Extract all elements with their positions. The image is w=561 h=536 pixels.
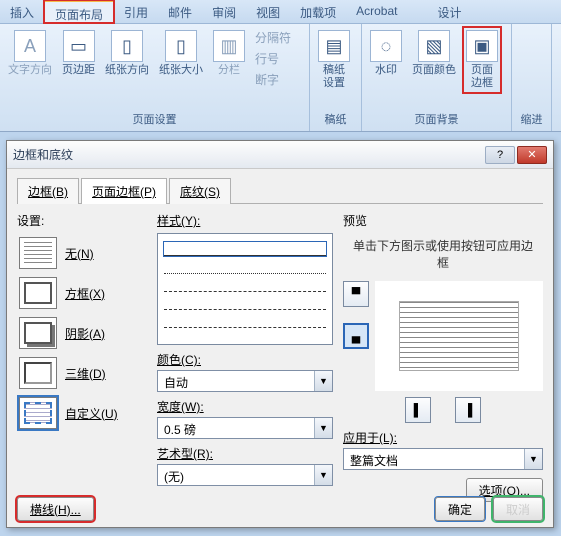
tab-border[interactable]: 边框(B) [17, 178, 79, 204]
preview-hint: 单击下方图示或使用按钮可应用边框 [343, 233, 543, 281]
tab-page-layout[interactable]: 页面布局 [44, 0, 114, 23]
border-shading-dialog: 边框和底纹 ? ✕ 边框(B) 页面边框(P) 底纹(S) 设置: 无(N) 方… [6, 140, 554, 528]
tab-mail[interactable]: 邮件 [158, 0, 202, 23]
style-list[interactable] [157, 233, 333, 345]
ok-button[interactable]: 确定 [435, 497, 485, 521]
style-label: 样式(Y): [157, 212, 333, 229]
chevron-down-icon: ▼ [314, 418, 332, 438]
dialog-title: 边框和底纹 [13, 146, 483, 163]
chevron-down-icon: ▼ [314, 465, 332, 485]
setting-shadow[interactable]: 阴影(A) [17, 313, 147, 353]
group-page-setup-label: 页面设置 [6, 109, 303, 129]
border-top-button[interactable]: ▀ [343, 281, 369, 307]
border-left-button[interactable]: ▌ [405, 397, 431, 423]
tab-design[interactable]: 设计 [427, 0, 471, 23]
hline-button[interactable]: 横线(H)... [17, 497, 94, 521]
columns-button[interactable]: ▥分栏 [211, 28, 247, 79]
page-setup-mini: 分隔符 行号 断字 [253, 28, 293, 89]
setting-custom[interactable]: 自定义(U) [17, 393, 147, 433]
border-bottom-button[interactable]: ▄ [343, 323, 369, 349]
orientation-button[interactable]: ▯纸张方向 [103, 28, 151, 79]
watermark-button[interactable]: ◌水印 [368, 28, 404, 79]
preview-label: 预览 [343, 212, 543, 229]
art-label: 艺术型(R): [157, 445, 333, 462]
tab-addins[interactable]: 加载项 [290, 0, 346, 23]
width-combo[interactable]: 0.5 磅▼ [157, 417, 333, 439]
group-paper-label: 稿纸 [316, 109, 355, 129]
setting-box[interactable]: 方框(X) [17, 273, 147, 313]
line-numbers-button[interactable]: 行号 [253, 49, 293, 68]
page-border-button[interactable]: ▣页面 边框 [464, 28, 500, 92]
apply-combo[interactable]: 整篇文档▼ [343, 448, 543, 470]
tab-page-border[interactable]: 页面边框(P) [81, 178, 167, 204]
dialog-footer: 横线(H)... 确定 取消 [17, 497, 543, 521]
tab-shading[interactable]: 底纹(S) [169, 178, 231, 204]
margins-button[interactable]: ▭页边距 [60, 28, 97, 79]
chevron-down-icon: ▼ [524, 449, 542, 469]
art-combo[interactable]: (无)▼ [157, 464, 333, 486]
dialog-tabs: 边框(B) 页面边框(P) 底纹(S) [17, 177, 543, 204]
setting-3d[interactable]: 三维(D) [17, 353, 147, 393]
group-background: ◌水印 ▧页面颜色 ▣页面 边框 页面背景 [362, 24, 512, 131]
group-paper: ▤稿纸 设置 稿纸 [310, 24, 362, 131]
tab-references[interactable]: 引用 [114, 0, 158, 23]
ribbon-tabs: 插入 页面布局 引用 邮件 审阅 视图 加载项 Acrobat 设计 [0, 0, 561, 24]
chevron-down-icon: ▼ [314, 371, 332, 391]
group-indent-label: 缩进 [518, 109, 545, 129]
style-column: 样式(Y): 颜色(C): 自动▼ 宽度(W): 0.5 磅▼ 艺术型(R): … [157, 212, 333, 502]
setting-none[interactable]: 无(N) [17, 233, 147, 273]
color-combo[interactable]: 自动▼ [157, 370, 333, 392]
close-button[interactable]: ✕ [517, 146, 547, 164]
breaks-button[interactable]: 分隔符 [253, 28, 293, 47]
paper-settings-button[interactable]: ▤稿纸 设置 [316, 28, 352, 92]
setting-label: 设置: [17, 212, 147, 229]
setting-column: 设置: 无(N) 方框(X) 阴影(A) 三维(D) 自定义(U) [17, 212, 147, 502]
width-label: 宽度(W): [157, 398, 333, 415]
ribbon-body: A文字方向 ▭页边距 ▯纸张方向 ▯纸张大小 ▥分栏 分隔符 行号 断字 页面设… [0, 24, 561, 132]
size-button[interactable]: ▯纸张大小 [157, 28, 205, 79]
apply-label: 应用于(L): [343, 429, 543, 446]
tab-acrobat[interactable]: Acrobat [346, 0, 407, 23]
group-indent: 缩进 [512, 24, 552, 131]
group-background-label: 页面背景 [368, 109, 505, 129]
cancel-button[interactable]: 取消 [493, 497, 543, 521]
text-direction-button[interactable]: A文字方向 [6, 28, 54, 79]
preview-column: 预览 单击下方图示或使用按钮可应用边框 ▀ ▄ ▌ ▐ 应用于(L): 整篇文档… [343, 212, 543, 502]
hyphenation-button[interactable]: 断字 [253, 70, 293, 89]
tab-insert[interactable]: 插入 [0, 0, 44, 23]
page-color-button[interactable]: ▧页面颜色 [410, 28, 458, 79]
preview-page[interactable] [375, 281, 543, 391]
dialog-titlebar: 边框和底纹 ? ✕ [7, 141, 553, 169]
help-button[interactable]: ? [485, 146, 515, 164]
border-right-button[interactable]: ▐ [455, 397, 481, 423]
tab-view[interactable]: 视图 [246, 0, 290, 23]
color-label: 颜色(C): [157, 351, 333, 368]
tab-review[interactable]: 审阅 [202, 0, 246, 23]
group-page-setup: A文字方向 ▭页边距 ▯纸张方向 ▯纸张大小 ▥分栏 分隔符 行号 断字 页面设… [0, 24, 310, 131]
